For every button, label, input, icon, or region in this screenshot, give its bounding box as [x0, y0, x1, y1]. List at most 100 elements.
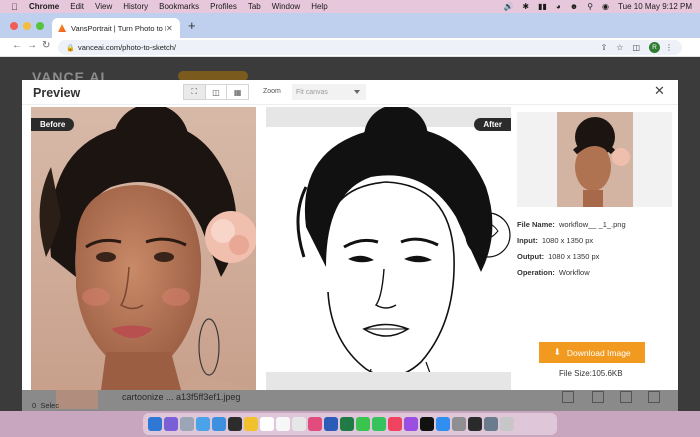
appletv-icon[interactable]	[420, 417, 434, 431]
view-fullscreen-icon[interactable]: ⛶	[184, 85, 206, 99]
before-image: Before	[31, 107, 256, 390]
apple-icon[interactable]: 	[11, 2, 21, 12]
macos-menubar:  Chrome Edit View History Bookmarks Pro…	[0, 0, 700, 13]
delete-file-icon[interactable]	[648, 391, 660, 403]
safari-icon[interactable]	[196, 417, 210, 431]
excel-icon[interactable]	[340, 417, 354, 431]
calendar-icon[interactable]	[260, 417, 274, 431]
forward-icon[interactable]: →	[27, 40, 37, 51]
bookmark-star-icon[interactable]: ☆	[616, 43, 623, 52]
menu-window[interactable]: Window	[272, 2, 300, 11]
siri-icon[interactable]	[164, 417, 178, 431]
settings-icon[interactable]	[452, 417, 466, 431]
modal-title: Preview	[33, 86, 81, 100]
modal-close-icon[interactable]: ✕	[654, 83, 665, 99]
mail-icon[interactable]	[212, 417, 226, 431]
thumbnail-photo	[517, 112, 672, 207]
new-tab-icon[interactable]: +	[188, 18, 196, 33]
download-icon: ⬇	[553, 347, 561, 357]
menu-view[interactable]: View	[95, 2, 112, 11]
tab-title: VansPortrait | Turn Photo to Line	[71, 23, 166, 33]
view-mode-toggle: ⛶ ◫ ▦	[183, 84, 249, 100]
share-icon[interactable]: ⇧	[601, 43, 608, 52]
window-close-button[interactable]	[10, 22, 18, 30]
terminal-icon[interactable]	[468, 417, 482, 431]
reminders-icon[interactable]	[292, 417, 306, 431]
preview-icon[interactable]	[484, 417, 498, 431]
side-panel-icon[interactable]: ◫	[632, 43, 640, 52]
menu-history[interactable]: History	[123, 2, 148, 11]
photos-icon[interactable]	[308, 417, 322, 431]
camera-icon[interactable]	[228, 417, 242, 431]
trash-icon[interactable]	[500, 417, 514, 431]
preview-modal: Preview ⛶ ◫ ▦ Zoom Fit canvas ✕ Before A…	[22, 80, 678, 390]
browser-toolbar: ← → ↻ 🔒 vanceai.com/photo-to-sketch/ ⇧ ☆…	[0, 38, 700, 57]
info-operation: Operation: Workflow	[517, 268, 590, 277]
podcasts-icon[interactable]	[404, 417, 418, 431]
address-bar[interactable]: 🔒 vanceai.com/photo-to-sketch/ ⇧ ☆ ◫ R ⋮	[58, 40, 682, 55]
sketch-image	[266, 107, 511, 390]
result-thumbnail	[517, 112, 672, 207]
menubar-clock[interactable]: Tue 10 May 9:12 PM	[618, 2, 692, 11]
menu-app-name[interactable]: Chrome	[29, 2, 59, 11]
menu-help[interactable]: Help	[311, 2, 327, 11]
finder-icon[interactable]	[148, 417, 162, 431]
facetime-icon[interactable]	[372, 417, 386, 431]
macos-dock	[143, 413, 557, 435]
tab-close-icon[interactable]: ✕	[166, 24, 176, 33]
window-zoom-button[interactable]	[36, 22, 44, 30]
share-file-icon[interactable]	[592, 391, 604, 403]
before-badge: Before	[31, 118, 75, 131]
download-label: Download Image	[566, 347, 631, 358]
user-icon[interactable]: ☻	[570, 2, 578, 11]
search-icon[interactable]: ⚲	[587, 2, 593, 11]
view-split-icon[interactable]: ◫	[206, 85, 228, 99]
kebab-menu-icon[interactable]: ⋮	[665, 43, 673, 52]
menu-edit[interactable]: Edit	[70, 2, 84, 11]
browser-tab[interactable]: VansPortrait | Turn Photo to Line ✕	[52, 18, 180, 38]
reload-icon[interactable]: ↻	[42, 40, 50, 51]
appstore-icon[interactable]	[436, 417, 450, 431]
messages-icon[interactable]	[356, 417, 370, 431]
launchpad-icon[interactable]	[180, 417, 194, 431]
info-file-name: File Name: workflow__ _1_.png	[517, 220, 626, 229]
file-name: cartoonize ... a13f5ff3ef1.jpeg	[122, 392, 241, 402]
music-icon[interactable]	[388, 417, 402, 431]
file-list-row: 0 Selec cartoonize ... a13f5ff3ef1.jpeg	[22, 387, 678, 411]
lock-icon[interactable]: 🔒	[66, 44, 75, 52]
menu-profiles[interactable]: Profiles	[210, 2, 237, 11]
window-minimize-button[interactable]	[23, 22, 31, 30]
back-icon[interactable]: ←	[12, 40, 22, 51]
download-file-icon[interactable]	[620, 391, 632, 403]
bluetooth-icon[interactable]: ✱	[522, 2, 529, 11]
view-compare-icon[interactable]: ▦	[227, 85, 248, 99]
wifi-icon[interactable]: ◕	[556, 2, 561, 11]
menu-bookmarks[interactable]: Bookmarks	[159, 2, 199, 11]
portrait-photo	[31, 107, 256, 390]
menu-tab[interactable]: Tab	[248, 2, 261, 11]
download-image-button[interactable]: ⬇ Download Image	[539, 342, 645, 363]
file-size: File Size:105.6KB	[559, 369, 623, 378]
after-badge: After	[474, 118, 511, 131]
chevron-down-icon	[354, 90, 360, 94]
notes-icon[interactable]	[276, 417, 290, 431]
control-center-icon[interactable]: ◉	[602, 2, 609, 11]
battery-icon[interactable]: ▮▮	[538, 2, 547, 11]
profile-avatar[interactable]: R	[649, 42, 660, 53]
selected-count: 0 Selec	[32, 401, 60, 410]
speaker-icon[interactable]: 🔊	[503, 2, 513, 11]
zoom-select[interactable]: Fit canvas	[292, 84, 366, 100]
info-input: Input: 1080 x 1350 px	[517, 236, 594, 245]
url-text[interactable]: vanceai.com/photo-to-sketch/	[78, 43, 601, 52]
chrome-icon[interactable]	[244, 417, 258, 431]
word-icon[interactable]	[324, 417, 338, 431]
file-thumbnail	[56, 389, 98, 409]
tab-strip: VansPortrait | Turn Photo to Line ✕ +	[0, 13, 700, 38]
info-output: Output: 1080 x 1350 px	[517, 252, 600, 261]
compare-icon[interactable]	[562, 391, 574, 403]
zoom-placeholder: Fit canvas	[296, 88, 328, 96]
modal-divider	[22, 104, 678, 105]
zoom-label: Zoom	[263, 88, 281, 95]
after-image: After	[266, 107, 511, 390]
vanceai-favicon-icon	[58, 24, 66, 32]
